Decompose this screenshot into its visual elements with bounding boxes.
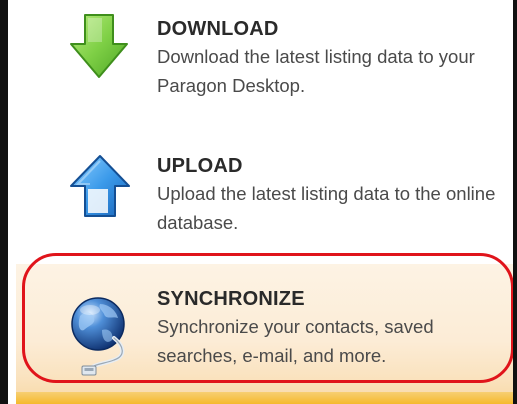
synchronize-title: SYNCHRONIZE [157,288,305,310]
menu-item-upload[interactable]: UPLOAD Upload the latest listing data to… [16,135,513,260]
synchronize-description: Synchronize your contacts, saved searche… [157,316,434,366]
download-description: Download the latest listing data to your… [157,46,475,96]
menu-item-synchronize[interactable]: SYNCHRONIZE Synchronize your contacts, s… [16,264,513,404]
upload-description: Upload the latest listing data to the on… [157,183,496,233]
menu-item-download[interactable]: DOWNLOAD Download the latest listing dat… [16,0,513,130]
download-title: DOWNLOAD [157,18,279,40]
sync-menu-panel: DOWNLOAD Download the latest listing dat… [0,0,517,404]
upload-arrow-icon [68,153,132,224]
globe-sync-icon [68,294,130,383]
download-arrow-icon [68,12,130,85]
upload-title: UPLOAD [157,155,243,177]
highlight-bottom-bar [16,392,513,404]
